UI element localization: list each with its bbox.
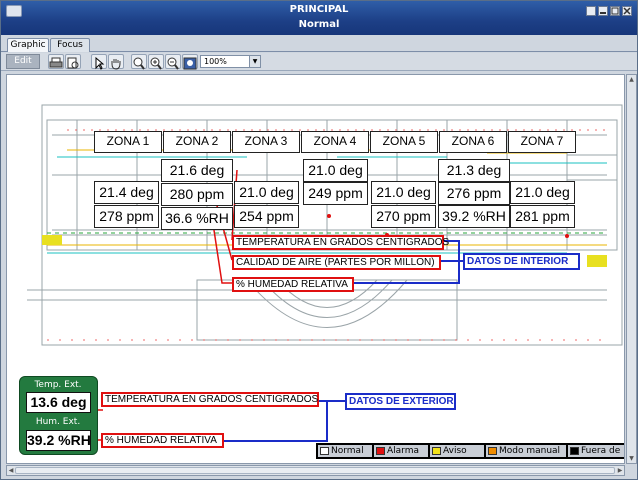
- exterior-temperature-label: TEMPERATURA EN GRADOS CENTIGRADOS: [101, 392, 319, 407]
- zone-air-quality: 249 ppm: [303, 182, 368, 205]
- zone-air-quality: 254 ppm: [234, 205, 299, 228]
- interior-humidity-label: % HUMEDAD RELATIVA: [232, 277, 354, 292]
- zone-label: ZONA 5: [370, 131, 438, 153]
- zone-humidity: 39.2 %RH: [438, 205, 510, 228]
- exterior-panel: Temp. Ext. 13.6 deg Hum. Ext. 39.2 %RH: [19, 376, 98, 455]
- minimize-icon[interactable]: [598, 6, 608, 16]
- interior-temperature-label: TEMPERATURA EN GRADOS CENTIGRADOS: [232, 235, 449, 250]
- pan-hand-icon[interactable]: [108, 54, 124, 70]
- scroll-right-icon[interactable]: ▶: [616, 466, 624, 475]
- zone-temperature: 21.4 deg: [94, 181, 159, 204]
- window-title: PRINCIPAL: [289, 4, 349, 15]
- scroll-down-icon[interactable]: ▼: [627, 454, 636, 463]
- exterior-temp-value: 13.6 deg: [26, 392, 91, 413]
- zone-label: ZONA 1: [94, 131, 162, 153]
- zone-temperature: 21.0 deg: [303, 159, 368, 182]
- zone-air-quality: 278 ppm: [94, 205, 159, 228]
- zone-label: ZONA 7: [508, 131, 576, 153]
- zone-label: ZONA 4: [301, 131, 369, 153]
- zone-air-quality: 270 ppm: [371, 205, 436, 228]
- title-bar: PRINCIPAL Normal: [1, 1, 637, 35]
- tab-bar: Graphic Focus: [1, 37, 637, 52]
- zone-label: ZONA 6: [439, 131, 507, 153]
- zoom-in-icon[interactable]: [148, 54, 164, 70]
- zone-air-quality: 281 ppm: [510, 205, 575, 228]
- zoom-value: 100%: [204, 57, 227, 66]
- exterior-humidity-label: % HUMEDAD RELATIVA: [101, 433, 224, 448]
- zoom-select[interactable]: 100% ▼: [200, 55, 261, 68]
- scroll-left-icon[interactable]: ◀: [7, 466, 15, 475]
- edit-button[interactable]: Edit: [6, 54, 40, 69]
- window-subtitle: Normal: [298, 19, 340, 30]
- zoom-out-icon[interactable]: [165, 54, 181, 70]
- zone-temperature: 21.6 deg: [161, 159, 233, 182]
- zone-temperature: 21.0 deg: [510, 181, 575, 204]
- chevron-down-icon[interactable]: ▼: [249, 56, 260, 67]
- exterior-hum-caption: Hum. Ext.: [35, 417, 81, 427]
- scroll-up-icon[interactable]: ▲: [627, 75, 636, 84]
- exterior-hum-value: 39.2 %RH: [26, 430, 91, 451]
- zone-temperature: 21.3 deg: [438, 159, 510, 182]
- close-icon[interactable]: [622, 6, 632, 16]
- vertical-scrollbar[interactable]: ▲ ▼: [626, 74, 637, 464]
- zone-temperature: 21.0 deg: [234, 181, 299, 204]
- print-icon[interactable]: [48, 54, 64, 69]
- lock-icon[interactable]: [586, 6, 596, 16]
- maximize-icon[interactable]: [610, 6, 620, 16]
- zone-air-quality: 280 ppm: [161, 183, 233, 206]
- legend-item: Aviso: [430, 445, 484, 457]
- tab-graphic[interactable]: Graphic: [7, 38, 49, 52]
- pointer-icon[interactable]: [91, 54, 107, 70]
- status-legend: Normal Alarma Aviso Modo manual Fuera de: [316, 443, 624, 459]
- horizontal-scrollbar[interactable]: ◀ ▶: [6, 465, 625, 476]
- legend-item: Fuera de: [568, 445, 624, 457]
- legend-item: Normal: [318, 445, 372, 457]
- principal-window: PRINCIPAL Normal Graphic Focus Edit 100%…: [0, 0, 638, 480]
- zone-temperature: 21.0 deg: [371, 181, 436, 204]
- zone-humidity: 36.6 %RH: [161, 207, 233, 230]
- scrollbar-thumb[interactable]: [15, 467, 615, 474]
- zoom-fit-icon[interactable]: [182, 54, 198, 70]
- zoom-icon[interactable]: [131, 54, 147, 70]
- toolbar: Edit 100% ▼: [1, 53, 637, 71]
- tab-focus[interactable]: Focus: [50, 38, 90, 52]
- legend-item: Modo manual: [486, 445, 566, 457]
- interior-air-quality-label: CALIDAD DE AIRE (PARTES POR MILLON): [232, 255, 441, 270]
- floor-plan-canvas: ZONA 1 ZONA 2 ZONA 3 ZONA 4 ZONA 5 ZONA …: [6, 74, 625, 464]
- print-preview-icon[interactable]: [65, 54, 81, 69]
- zone-label: ZONA 2: [163, 131, 231, 153]
- exterior-data-label: DATOS DE EXTERIOR: [345, 393, 456, 410]
- legend-item: Alarma: [374, 445, 428, 457]
- interior-data-label: DATOS DE INTERIOR: [463, 253, 580, 270]
- exterior-temp-caption: Temp. Ext.: [34, 380, 82, 390]
- zone-label: ZONA 3: [232, 131, 300, 153]
- zone-air-quality: 276 ppm: [438, 182, 510, 205]
